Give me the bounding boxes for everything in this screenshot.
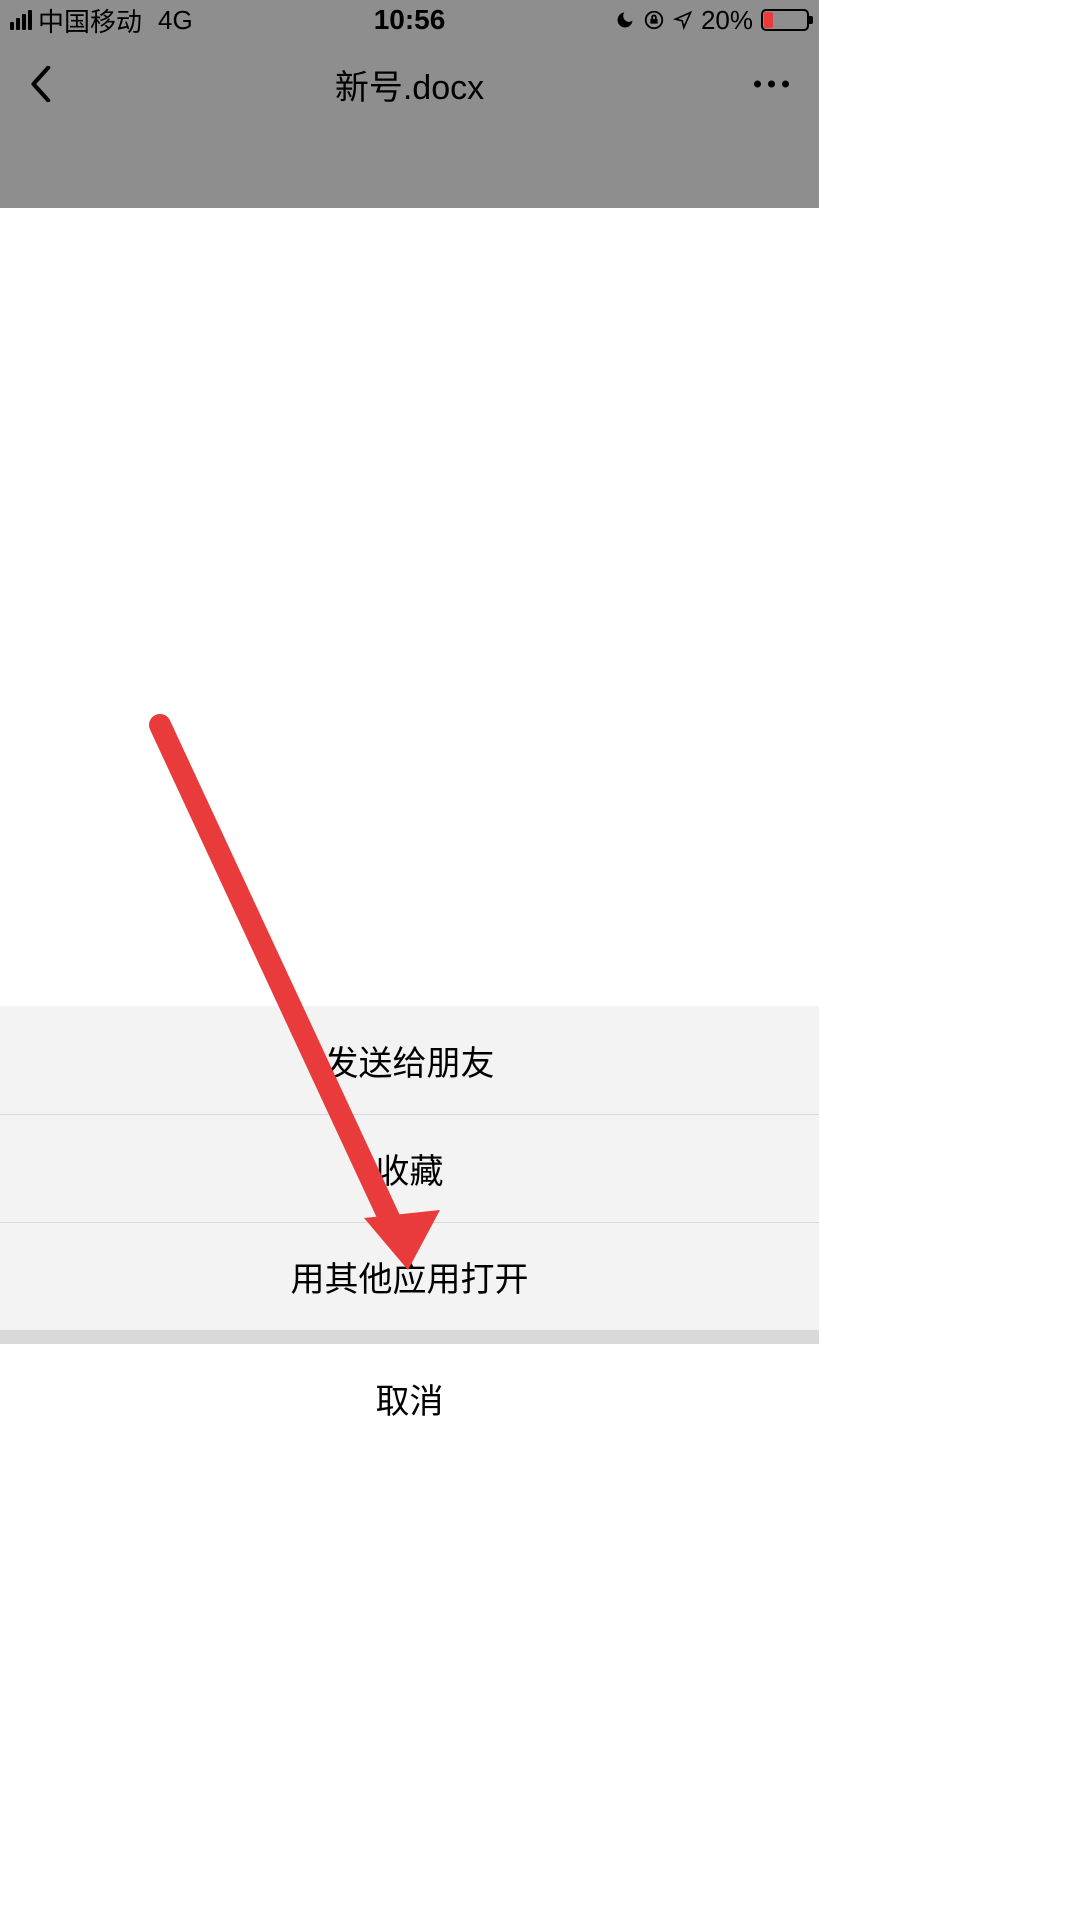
sheet-item-send-to-friend[interactable]: 发送给朋友 xyxy=(0,1006,819,1114)
carrier-label: 中国移动 xyxy=(38,2,142,39)
sheet-item-open-with-other-app[interactable]: 用其他应用打开 xyxy=(0,1222,819,1330)
more-button[interactable] xyxy=(744,71,799,98)
action-sheet: 发送给朋友 收藏 用其他应用打开 取消 xyxy=(0,1006,819,1452)
dot-icon xyxy=(768,81,775,88)
sheet-item-label: 发送给朋友 xyxy=(325,1036,495,1085)
status-left: 中国移动 4G xyxy=(10,2,193,39)
do-not-disturb-icon xyxy=(615,10,635,30)
back-button[interactable] xyxy=(20,64,60,104)
dot-icon xyxy=(782,81,789,88)
page-title: 新号.docx xyxy=(335,60,484,109)
chevron-left-icon xyxy=(29,66,51,102)
sheet-item-favorite[interactable]: 收藏 xyxy=(0,1114,819,1222)
status-right: 20% xyxy=(615,5,809,36)
sheet-separator xyxy=(0,1330,819,1344)
signal-icon xyxy=(10,10,32,30)
dot-icon xyxy=(754,81,761,88)
navigation-bar: 新号.docx xyxy=(0,40,819,128)
location-icon xyxy=(673,10,693,30)
network-type: 4G xyxy=(158,5,193,36)
sheet-cancel-button[interactable]: 取消 xyxy=(0,1344,819,1452)
battery-icon xyxy=(761,9,809,31)
battery-percentage: 20% xyxy=(701,5,753,36)
orientation-lock-icon xyxy=(643,9,665,31)
sheet-cancel-label: 取消 xyxy=(376,1374,444,1423)
status-bar: 中国移动 4G 10:56 20% xyxy=(0,0,819,40)
clock: 10:56 xyxy=(374,4,446,36)
sheet-item-label: 用其他应用打开 xyxy=(291,1252,529,1301)
sheet-item-label: 收藏 xyxy=(376,1144,444,1193)
